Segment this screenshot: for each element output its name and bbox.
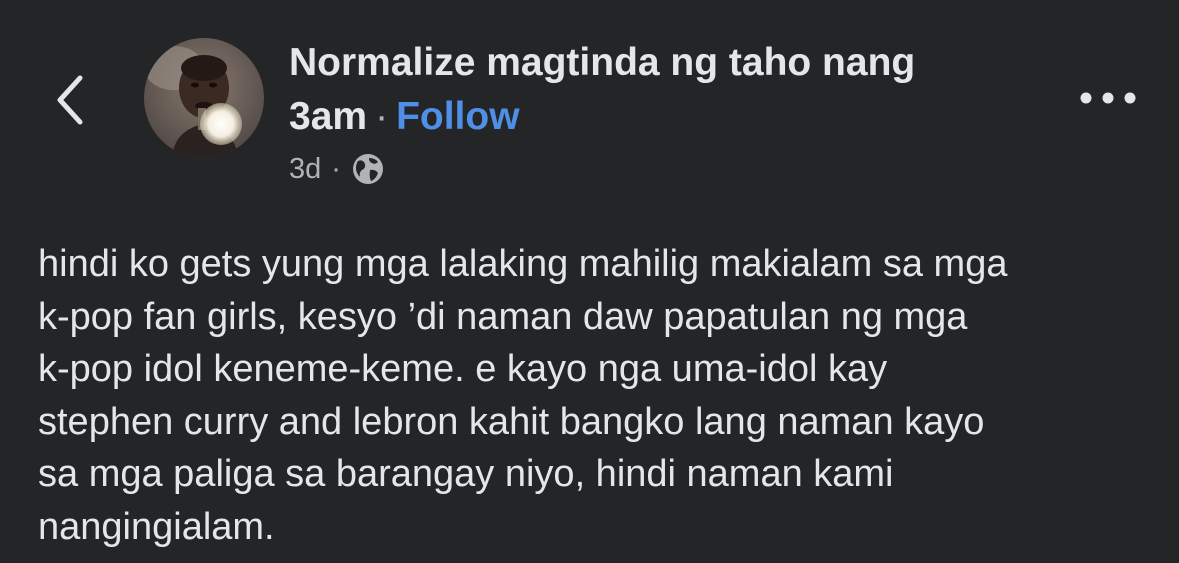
- page-name: Normalize magtinda ng taho nang 3am · Foll…: [289, 36, 1049, 144]
- meta-separator: ·: [331, 152, 341, 185]
- post-timestamp[interactable]: 3d: [289, 153, 321, 186]
- post-header: Normalize magtinda ng taho nang 3am · Foll…: [289, 36, 1049, 186]
- name-separator: ·: [375, 95, 389, 138]
- back-button[interactable]: [48, 68, 92, 132]
- post-text: hindi ko gets yung mga lalaking mahilig …: [38, 243, 1008, 548]
- page-name-line1[interactable]: Normalize magtinda ng taho nang: [289, 41, 915, 84]
- follow-button[interactable]: Follow: [396, 95, 519, 138]
- chevron-left-icon: [57, 75, 83, 125]
- post-meta: 3d ·: [289, 152, 1049, 186]
- more-horizontal-icon: [1080, 92, 1136, 104]
- page-name-line2[interactable]: 3am: [289, 95, 367, 138]
- more-options-button[interactable]: [1076, 80, 1140, 116]
- avatar[interactable]: [144, 38, 264, 158]
- globe-icon[interactable]: [351, 152, 385, 186]
